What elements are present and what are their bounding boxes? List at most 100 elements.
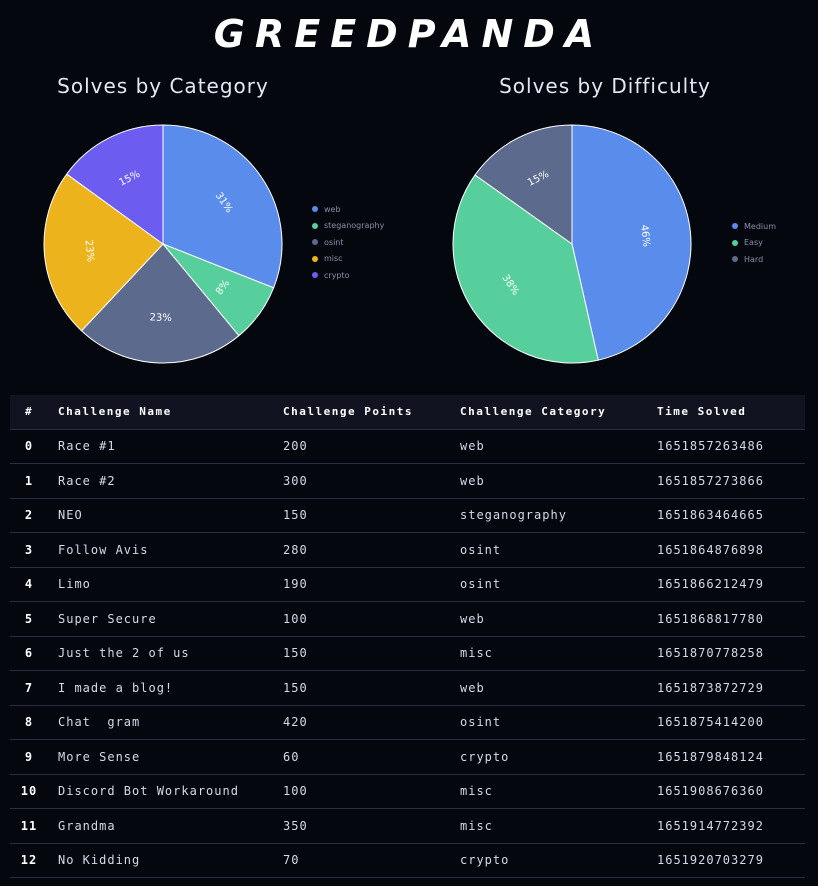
legend-item[interactable]: osint (312, 234, 384, 251)
row-index: 5 (10, 601, 48, 637)
legend-item[interactable]: Hard (732, 251, 776, 268)
challenge-points: 150 (283, 636, 460, 671)
legend-color-icon (312, 222, 318, 229)
table-row: 12 No Kidding 70 crypto 1651920703279 (10, 843, 805, 878)
challenge-name: Race #1 (48, 429, 283, 464)
legend-label: misc (324, 254, 343, 264)
challenge-name: NEO (48, 498, 283, 533)
legend-color-icon (312, 206, 318, 213)
challenge-name: Grandma (48, 808, 283, 844)
legend-color-icon (732, 223, 738, 230)
challenge-name: Follow Avis (48, 532, 283, 568)
legend-color-icon (312, 239, 318, 246)
challenge-points: 200 (283, 429, 460, 464)
challenge-category: osint (460, 567, 657, 602)
row-index: 0 (10, 429, 48, 464)
legend-label: web (324, 204, 341, 214)
time-solved: 1651863464665 (657, 498, 805, 533)
table-row: 11 Grandma 350 misc 1651914772392 (10, 808, 805, 844)
difficulty-legend: Medium Easy Hard (732, 218, 776, 268)
challenge-name: No Kidding (48, 843, 283, 878)
legend-item[interactable]: crypto (312, 267, 384, 284)
table-row: 10 Discord Bot Workaround 100 misc 165190867… (10, 774, 805, 809)
row-index: 12 (10, 843, 48, 878)
category-pie-chart: 31%8%23%23%15% (43, 124, 283, 364)
row-index: 3 (10, 532, 48, 568)
challenge-points: 150 (283, 498, 460, 533)
table-row: 1 Race #2 300 web 1651857273866 (10, 463, 805, 499)
time-solved: 1651914772392 (657, 808, 805, 844)
challenge-name: I made a blog! (48, 670, 283, 706)
time-solved: 1651864876898 (657, 532, 805, 568)
challenge-name: Discord Bot Workaround (48, 774, 283, 809)
time-solved: 1651873872729 (657, 670, 805, 706)
time-solved: 1651879848124 (657, 739, 805, 775)
challenge-name: Race #2 (48, 463, 283, 499)
challenge-category: misc (460, 774, 657, 809)
challenge-category: web (460, 463, 657, 499)
challenge-name: Super Secure (48, 601, 283, 637)
legend-label: Medium (744, 221, 776, 231)
legend-color-icon (732, 256, 738, 263)
challenge-category: osint (460, 705, 657, 740)
row-index: 2 (10, 498, 48, 533)
challenge-category: steganography (460, 498, 657, 533)
legend-item[interactable]: misc (312, 251, 384, 268)
challenge-points: 150 (283, 670, 460, 706)
table-row: 8 Chat gram 420 osint 1651875414200 (10, 705, 805, 740)
row-index: 9 (10, 739, 48, 775)
challenge-name: Limo (48, 567, 283, 602)
challenge-points: 350 (283, 808, 460, 844)
table-row: 7I made a blog! 150 web 1651873872729 (10, 670, 805, 706)
challenge-name: Chat gram (48, 705, 283, 740)
challenge-category: web (460, 601, 657, 637)
challenge-category: misc (460, 636, 657, 671)
row-index: 6 (10, 636, 48, 671)
legend-label: osint (324, 237, 344, 247)
legend-item[interactable]: web (312, 201, 384, 218)
brand-logo: GREEDPANDA (213, 12, 605, 56)
challenge-category: crypto (460, 843, 657, 878)
row-index: 4 (10, 567, 48, 602)
challenge-points: 280 (283, 532, 460, 568)
category-legend: web steganography osint misc crypto (312, 201, 384, 284)
challenge-category: osint (460, 532, 657, 568)
legend-label: crypto (324, 270, 350, 280)
challenge-category: web (460, 429, 657, 464)
challenge-points: 100 (283, 774, 460, 809)
time-solved: 1651920703279 (657, 843, 805, 878)
time-solved: 1651857263486 (657, 429, 805, 464)
time-solved: 1651908676360 (657, 774, 805, 809)
row-index: 1 (10, 463, 48, 499)
difficulty-pie-chart: 46%38%15% (452, 124, 692, 364)
col-header-name: Challenge Name (48, 395, 283, 430)
challenge-points: 190 (283, 567, 460, 602)
challenge-points: 300 (283, 463, 460, 499)
challenge-points: 70 (283, 843, 460, 878)
legend-item[interactable]: Easy (732, 235, 776, 252)
table-header-row: # Challenge Name Challenge Points Challe… (10, 395, 805, 430)
table-row: 4 Limo 190 osint 1651866212479 (10, 567, 805, 602)
legend-item[interactable]: steganography (312, 218, 384, 235)
challenge-name: Just the 2 of us (48, 636, 283, 671)
col-header-points: Challenge Points (283, 395, 460, 430)
challenge-points: 100 (283, 601, 460, 637)
col-header-index: # (10, 395, 48, 430)
time-solved: 1651870778258 (657, 636, 805, 671)
legend-color-icon (312, 255, 318, 262)
row-index: 7 (10, 670, 48, 706)
challenge-points: 420 (283, 705, 460, 740)
table-row: 2 NEO 150 steganography 1651863464665 (10, 498, 805, 533)
challenge-category: misc (460, 808, 657, 844)
legend-item[interactable]: Medium (732, 218, 776, 235)
row-index: 10 (10, 774, 48, 809)
challenge-points: 60 (283, 739, 460, 775)
legend-label: Hard (744, 254, 764, 264)
row-index: 8 (10, 705, 48, 740)
difficulty-chart-title: Solves by Difficulty (499, 74, 711, 98)
legend-color-icon (732, 239, 738, 246)
legend-label: Easy (744, 238, 763, 248)
table-row: 3 Follow Avis 280 osint 1651864876898 (10, 532, 805, 568)
col-header-time: Time Solved (657, 395, 805, 430)
legend-label: steganography (324, 221, 385, 231)
